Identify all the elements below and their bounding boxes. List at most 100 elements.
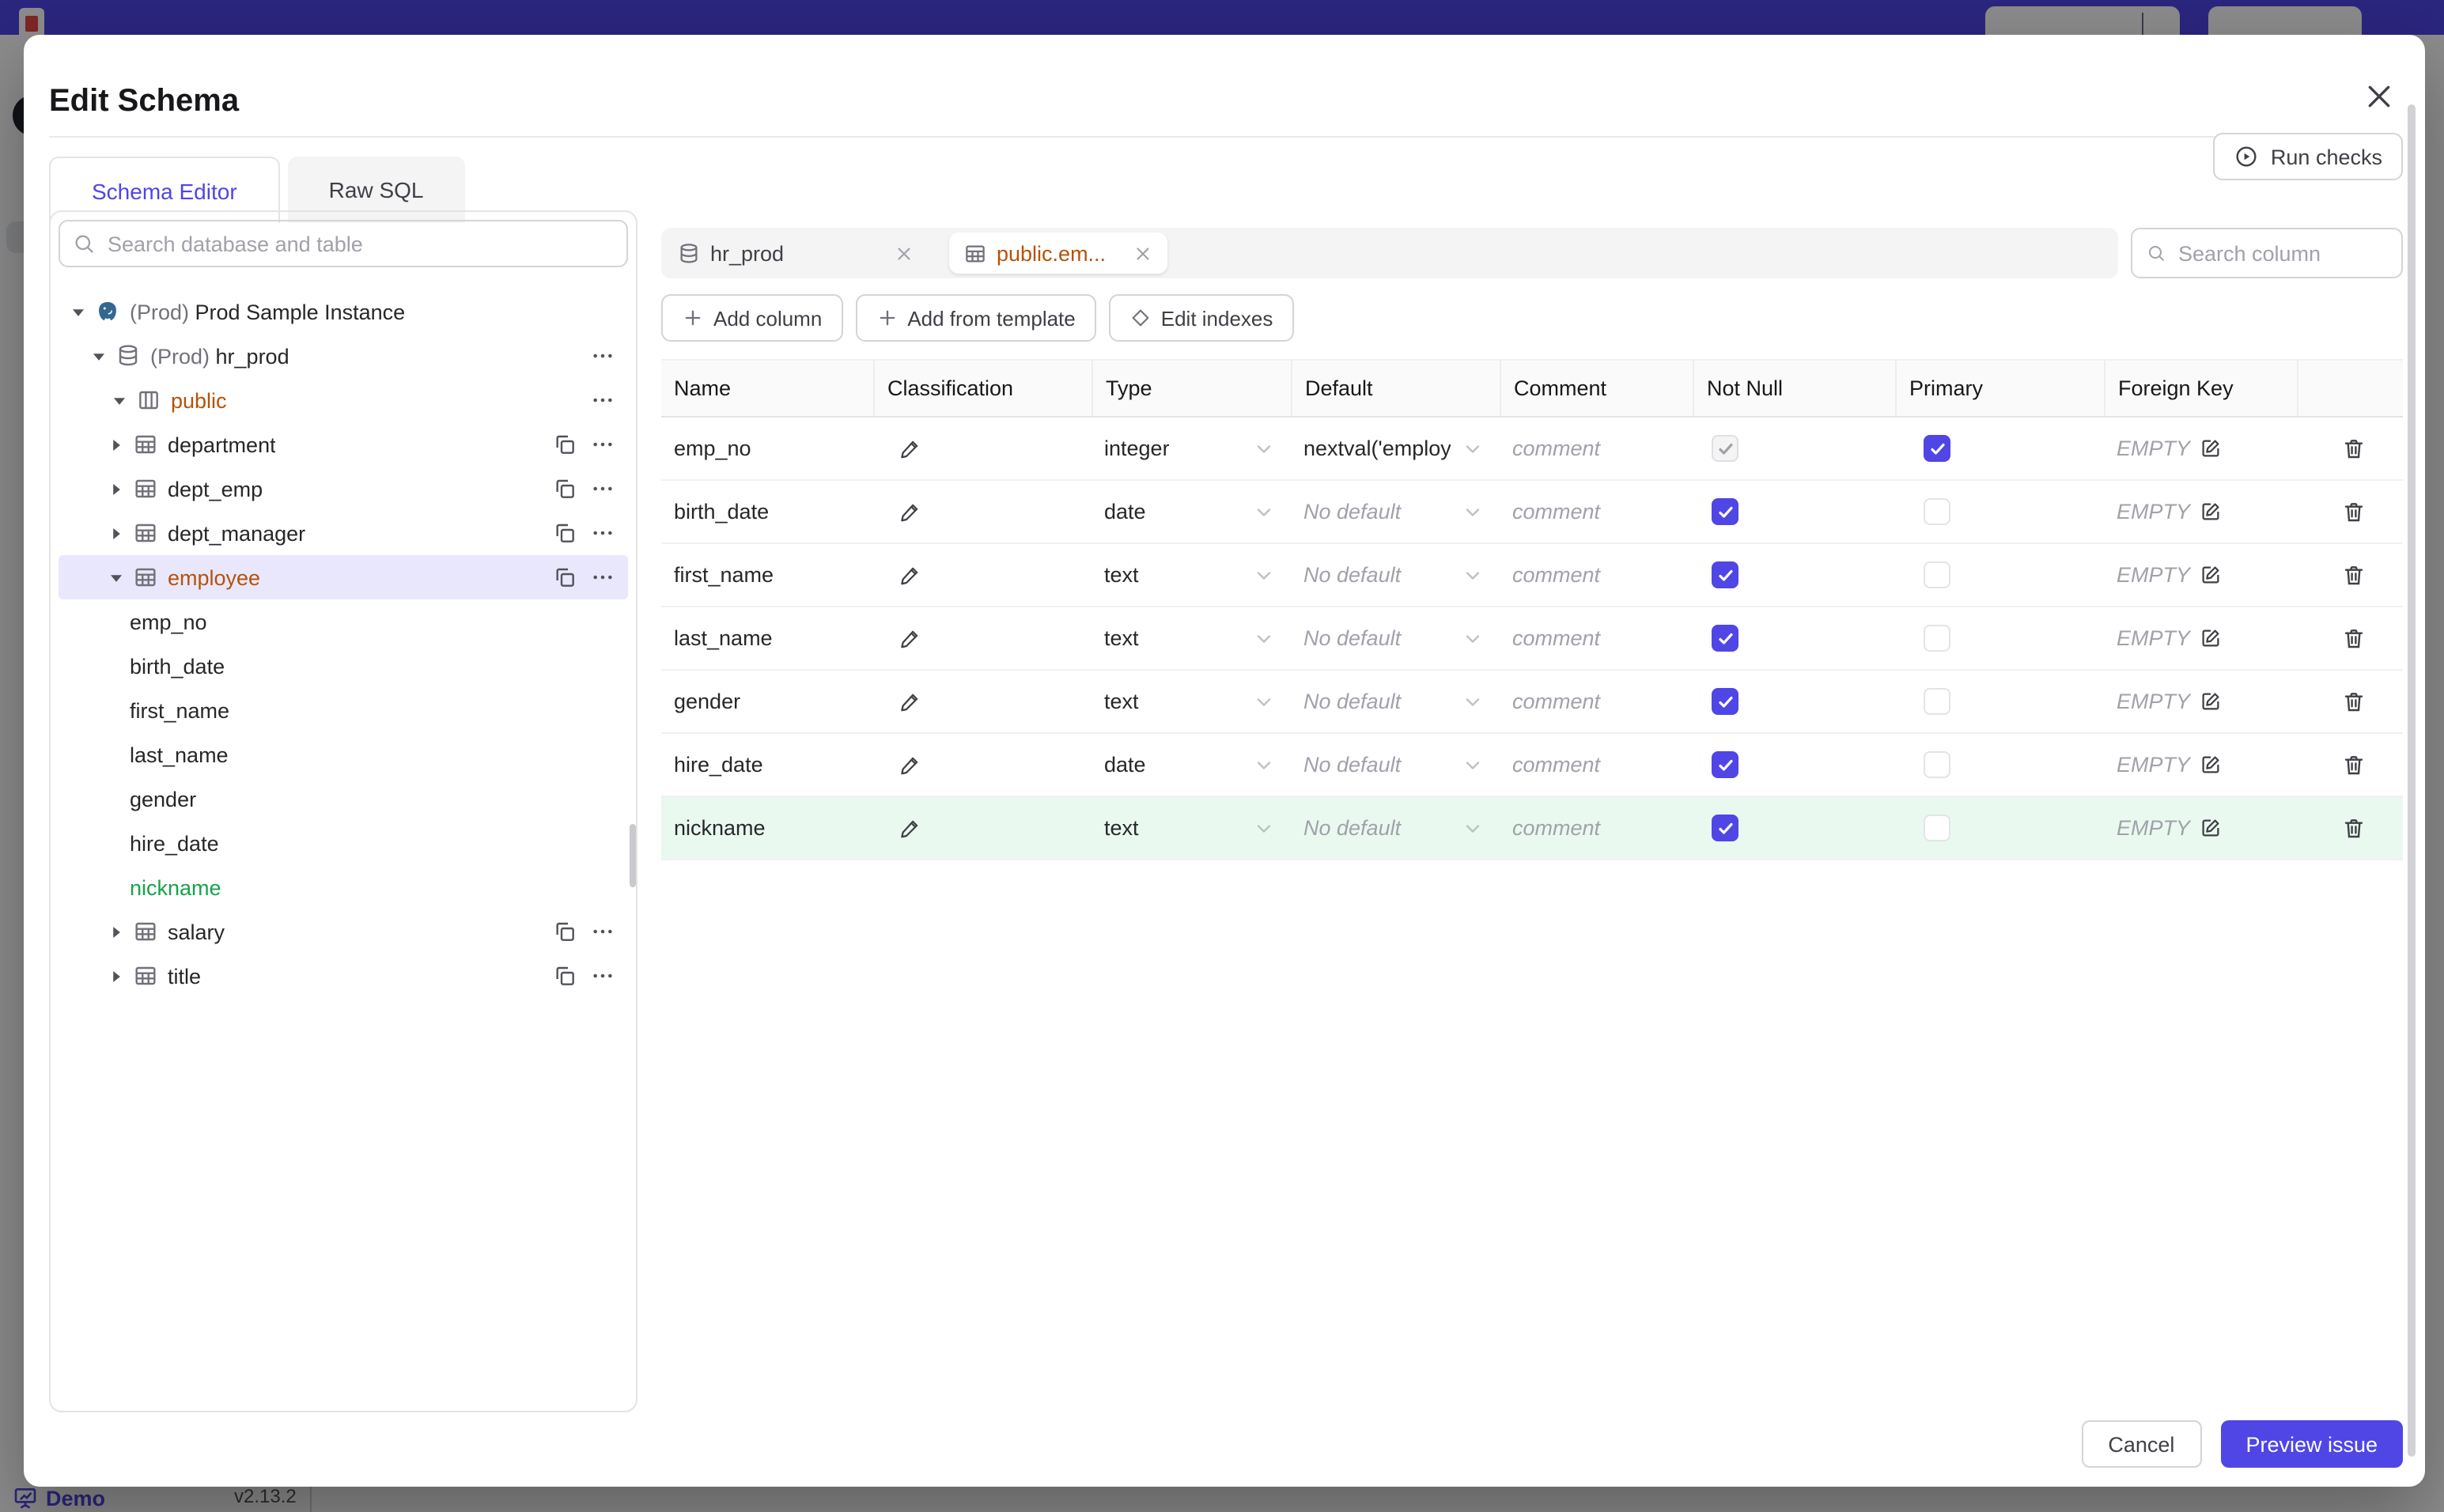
pencil-icon[interactable] — [899, 816, 922, 840]
caret-down-icon[interactable] — [106, 567, 127, 588]
close-icon[interactable] — [894, 243, 914, 263]
not-null-checkbox-checked[interactable] — [1712, 815, 1738, 841]
type-select-value[interactable]: text — [1104, 816, 1139, 840]
edit-square-icon[interactable] — [2198, 500, 2222, 524]
pencil-icon[interactable] — [899, 437, 922, 460]
tree-item-employee[interactable]: employee — [59, 555, 628, 599]
caret-right-icon[interactable] — [106, 523, 127, 543]
tree-item-salary[interactable]: salary — [59, 909, 628, 954]
edit-square-icon[interactable] — [2198, 626, 2222, 650]
caret-down-icon[interactable] — [109, 390, 130, 410]
edit-square-icon[interactable] — [2198, 816, 2222, 840]
chevron-down-icon[interactable] — [1253, 754, 1275, 776]
chevron-down-icon[interactable] — [1462, 817, 1484, 839]
column-name[interactable]: birth_date — [674, 500, 769, 524]
default-select-value[interactable]: No default — [1303, 816, 1401, 840]
copy-icon[interactable] — [552, 476, 577, 501]
trash-icon[interactable] — [2341, 689, 2366, 714]
column-name[interactable]: emp_no — [674, 437, 751, 460]
add-from-template-button[interactable]: Add from template — [855, 294, 1096, 342]
pencil-icon[interactable] — [899, 626, 922, 650]
not-null-checkbox-checked[interactable] — [1712, 625, 1738, 652]
edit-square-icon[interactable] — [2198, 437, 2222, 460]
tree-search-input[interactable] — [104, 230, 614, 257]
caret-right-icon[interactable] — [106, 921, 127, 942]
chevron-down-icon[interactable] — [1462, 564, 1484, 586]
edit-square-icon[interactable] — [2198, 753, 2222, 777]
column-name[interactable]: nickname — [674, 816, 766, 840]
tree-column-item[interactable]: emp_no — [59, 599, 628, 644]
comment-input[interactable]: comment — [1512, 500, 1600, 524]
ellipsis-icon[interactable] — [590, 432, 615, 457]
trash-icon[interactable] — [2341, 815, 2366, 841]
primary-checkbox-unchecked[interactable] — [1924, 625, 1950, 652]
chevron-down-icon[interactable] — [1253, 817, 1275, 839]
ellipsis-icon[interactable] — [590, 963, 615, 988]
run-checks-button[interactable]: Run checks — [2213, 133, 2403, 180]
chevron-down-icon[interactable] — [1462, 754, 1484, 776]
preview-issue-button[interactable]: Preview issue — [2220, 1420, 2403, 1468]
modal-scrollbar[interactable] — [2408, 104, 2416, 1457]
tree-column-item[interactable]: gender — [59, 777, 628, 821]
type-select-value[interactable]: integer — [1104, 437, 1170, 460]
edit-square-icon[interactable] — [2198, 690, 2222, 713]
close-icon[interactable] — [1133, 243, 1153, 263]
edit-square-icon[interactable] — [2198, 563, 2222, 587]
trash-icon[interactable] — [2341, 626, 2366, 651]
chevron-down-icon[interactable] — [1462, 437, 1484, 459]
default-select-value[interactable]: No default — [1303, 753, 1401, 777]
trash-icon[interactable] — [2341, 499, 2366, 524]
tree-column-item[interactable]: nickname — [59, 865, 628, 909]
ellipsis-icon[interactable] — [590, 520, 615, 546]
editor-tab-public-em-[interactable]: public.em... — [949, 232, 1167, 274]
type-select-value[interactable]: date — [1104, 500, 1146, 524]
tree-column-item[interactable]: first_name — [59, 688, 628, 732]
column-search-input[interactable] — [2174, 240, 2387, 266]
copy-icon[interactable] — [552, 963, 577, 988]
comment-input[interactable]: comment — [1512, 626, 1600, 650]
comment-input[interactable]: comment — [1512, 437, 1600, 460]
comment-input[interactable]: comment — [1512, 816, 1600, 840]
default-select-value[interactable]: nextval('employ — [1303, 437, 1451, 460]
caret-down-icon[interactable] — [89, 346, 109, 366]
cancel-button[interactable]: Cancel — [2081, 1420, 2202, 1468]
trash-icon[interactable] — [2341, 562, 2366, 588]
comment-input[interactable]: comment — [1512, 753, 1600, 777]
default-select-value[interactable]: No default — [1303, 626, 1401, 650]
default-select-value[interactable]: No default — [1303, 500, 1401, 524]
tree-item-prod-sample-instance[interactable]: (Prod) Prod Sample Instance — [59, 289, 628, 334]
ellipsis-icon[interactable] — [590, 919, 615, 944]
copy-icon[interactable] — [552, 565, 577, 590]
pencil-icon[interactable] — [899, 500, 922, 524]
ellipsis-icon[interactable] — [590, 387, 615, 413]
primary-checkbox-unchecked[interactable] — [1924, 498, 1950, 525]
caret-down-icon[interactable] — [68, 301, 89, 322]
caret-right-icon[interactable] — [106, 434, 127, 455]
column-name[interactable]: first_name — [674, 563, 774, 587]
chevron-down-icon[interactable] — [1462, 690, 1484, 713]
chevron-down-icon[interactable] — [1253, 690, 1275, 713]
pencil-icon[interactable] — [899, 690, 922, 713]
ellipsis-icon[interactable] — [590, 343, 615, 369]
not-null-checkbox-checked[interactable] — [1712, 561, 1738, 588]
trash-icon[interactable] — [2341, 436, 2366, 461]
primary-checkbox-checked[interactable] — [1924, 435, 1950, 462]
tree-item-public[interactable]: public — [59, 378, 628, 422]
not-null-checkbox-checked[interactable] — [1712, 498, 1738, 525]
chevron-down-icon[interactable] — [1253, 627, 1275, 649]
caret-right-icon[interactable] — [106, 478, 127, 499]
type-select-value[interactable]: text — [1104, 690, 1139, 713]
add-column-button[interactable]: Add column — [661, 294, 843, 342]
column-name[interactable]: hire_date — [674, 753, 763, 777]
trash-icon[interactable] — [2341, 752, 2366, 777]
tree-item-dept-manager[interactable]: dept_manager — [59, 511, 628, 555]
not-null-checkbox-checked[interactable] — [1712, 688, 1738, 715]
copy-icon[interactable] — [552, 919, 577, 944]
tree-column-item[interactable]: birth_date — [59, 644, 628, 688]
caret-right-icon[interactable] — [106, 966, 127, 986]
type-select-value[interactable]: date — [1104, 753, 1146, 777]
copy-icon[interactable] — [552, 432, 577, 457]
chevron-down-icon[interactable] — [1253, 501, 1275, 523]
tree-scrollbar[interactable] — [630, 824, 636, 887]
editor-tab-hr-prod[interactable]: hr_prod — [677, 241, 914, 265]
